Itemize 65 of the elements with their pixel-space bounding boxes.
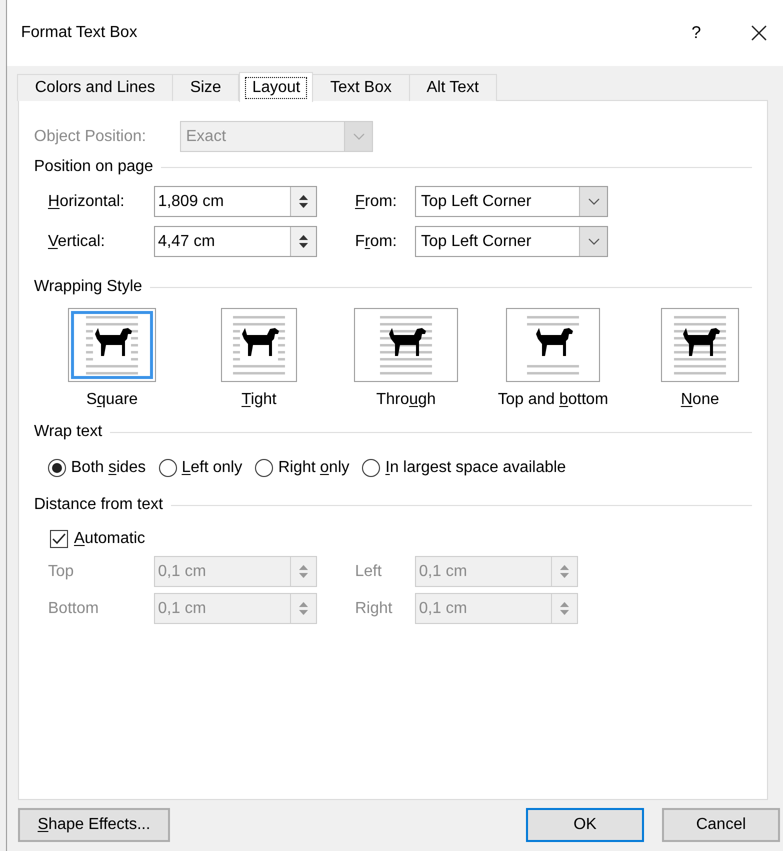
field-label: From:	[355, 192, 398, 212]
window-title: Format Text Box	[21, 23, 138, 43]
field-label: Object Position:	[34, 126, 148, 146]
option-label: Square	[86, 390, 138, 410]
chevron-down-icon	[588, 198, 600, 205]
up-arrow-icon	[299, 565, 308, 570]
down-arrow-icon	[299, 573, 308, 578]
section-title: Wrapping Style	[34, 277, 142, 297]
down-arrow-icon	[299, 243, 308, 248]
from-dropdown[interactable]: Top Left Corner	[415, 186, 608, 217]
section-title: Wrap text	[34, 422, 102, 442]
down-arrow-icon	[560, 610, 569, 615]
radio-label: In largest space available	[385, 458, 566, 478]
dialog-button[interactable]: Cancel	[662, 808, 780, 842]
radio-button[interactable]	[255, 459, 274, 477]
spin-button[interactable]	[290, 227, 316, 256]
option-label: None	[680, 390, 720, 410]
chevron-down-icon	[352, 133, 364, 140]
tab[interactable]: Layout	[239, 72, 314, 102]
up-arrow-icon	[299, 235, 308, 240]
wrap-style-button[interactable]	[68, 308, 156, 382]
up-arrow-icon	[560, 602, 569, 607]
tab[interactable]: Size	[172, 74, 240, 101]
checkbox-label: Automatic	[74, 529, 146, 549]
close-icon[interactable]	[751, 25, 767, 41]
option-label: Top and bottom	[498, 390, 608, 410]
down-arrow-icon	[299, 610, 308, 615]
wrap-style-button[interactable]	[354, 308, 458, 382]
option-label: Through	[376, 390, 436, 410]
field-label: From:	[355, 232, 398, 252]
wrap-style-button[interactable]	[506, 308, 600, 382]
radio-label: Left only	[182, 458, 242, 478]
wrap-style-button[interactable]	[221, 308, 297, 382]
up-arrow-icon	[299, 602, 308, 607]
up-arrow-icon	[560, 565, 569, 570]
radio-label: Right only	[278, 458, 350, 478]
field-label: Right	[355, 598, 394, 618]
dialog-button[interactable]: OK	[526, 808, 644, 842]
wrap-style-button[interactable]	[661, 308, 739, 382]
spin-button[interactable]	[290, 187, 316, 216]
option-label: Tight	[242, 390, 276, 410]
up-arrow-icon	[299, 195, 308, 200]
chevron-down-icon	[588, 238, 600, 245]
tab[interactable]: Text Box	[312, 74, 410, 101]
radio-button[interactable]	[48, 459, 66, 477]
section-title: Distance from text	[34, 495, 163, 515]
spin-field[interactable]: 4,47 cm	[154, 226, 317, 257]
field-label: Top	[48, 562, 75, 582]
field-label: Bottom	[48, 598, 100, 618]
section-title: Position on page	[34, 157, 154, 177]
dialog-button[interactable]: Shape Effects...	[18, 808, 170, 842]
tab[interactable]: Colors and Lines	[17, 74, 174, 101]
field-label: Left	[355, 562, 383, 582]
help-button[interactable]: ?	[692, 20, 701, 46]
radio-button[interactable]	[158, 459, 177, 477]
down-arrow-icon	[299, 203, 308, 208]
down-arrow-icon	[560, 573, 569, 578]
spin-field[interactable]: 1,809 cm	[154, 186, 317, 217]
from-dropdown[interactable]: Top Left Corner	[415, 226, 608, 257]
tab[interactable]: Alt Text	[408, 74, 497, 101]
field-label: Vertical:	[48, 232, 106, 252]
checkbox[interactable]	[50, 530, 68, 548]
radio-button[interactable]	[362, 459, 380, 477]
field-label: Horizontal:	[48, 192, 126, 212]
radio-label: Both sides	[71, 458, 146, 478]
